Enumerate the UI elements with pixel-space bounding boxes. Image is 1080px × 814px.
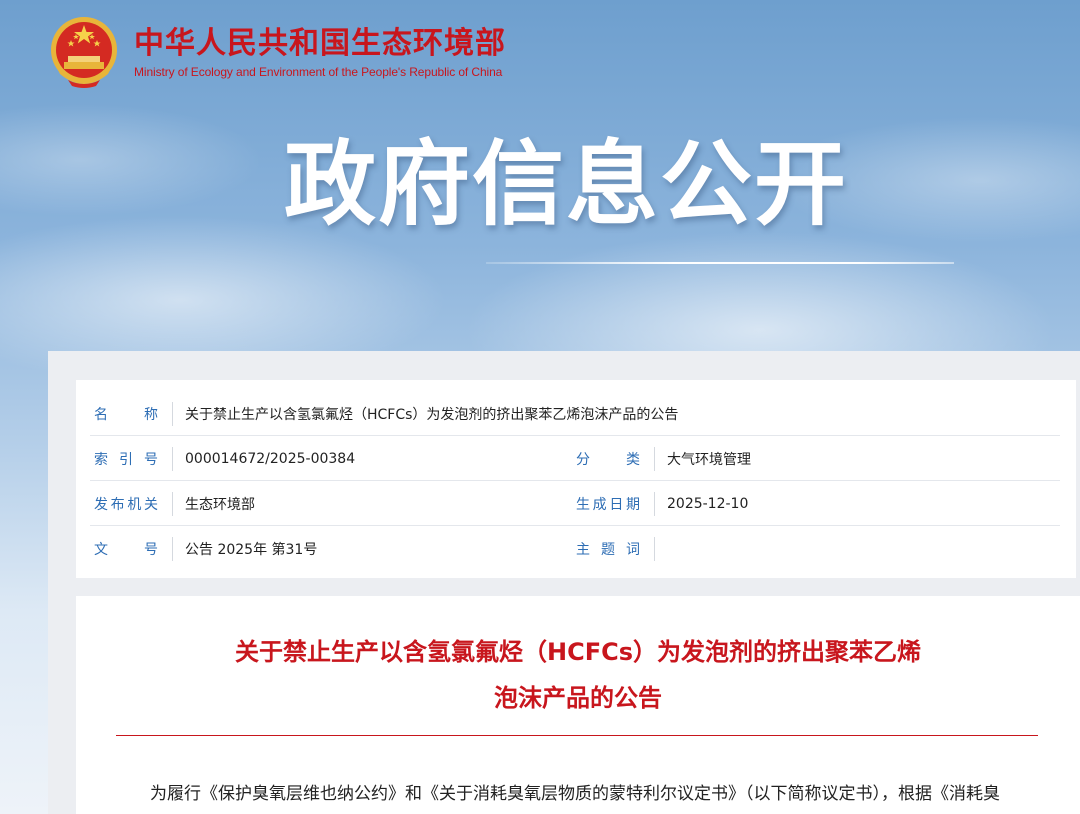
meta-category-value: 大气环境管理 — [667, 452, 751, 468]
meta-divider — [654, 537, 655, 561]
article-body-paragraph: 为履行《保护臭氧层维也纳公约》和《关于消耗臭氧层物质的蒙特利尔议定书》（以下简称… — [150, 784, 1000, 804]
banner-title-underline — [486, 262, 954, 264]
org-name-en[interactable]: Ministry of Ecology and Environment of t… — [134, 65, 506, 79]
org-name-cn[interactable]: 中华人民共和国生态环境部 — [134, 25, 506, 63]
meta-divider — [172, 492, 173, 516]
article-card: 关于禁止生产以含氢氯氟烃（HCFCs）为发泡剂的挤出聚苯乙烯 泡沫产品的公告 为… — [76, 596, 1080, 814]
metadata-card: 名 称 关于禁止生产以含氢氯氟烃（HCFCs）为发泡剂的挤出聚苯乙烯泡沫产品的公… — [76, 380, 1076, 578]
meta-name-value: 关于禁止生产以含氢氯氟烃（HCFCs）为发泡剂的挤出聚苯乙烯泡沫产品的公告 — [185, 407, 679, 423]
article-title-rule — [116, 735, 1038, 736]
meta-index-label: 索 引 号 — [94, 452, 158, 468]
meta-row-index: 索 引 号 000014672/2025-00384 分 类 大气环境管理 — [90, 437, 1060, 481]
meta-divider — [172, 537, 173, 561]
banner-title: 政府信息公开 — [284, 131, 849, 238]
meta-index-value: 000014672/2025-00384 — [185, 451, 356, 467]
meta-category-label: 分 类 — [576, 452, 640, 468]
article-title-line-1: 关于禁止生产以含氢氯氟烃（HCFCs）为发泡剂的挤出聚苯乙烯 — [235, 638, 921, 666]
national-emblem-icon[interactable] — [46, 14, 122, 90]
meta-doc-no-value: 公告 2025年 第31号 — [185, 542, 318, 558]
meta-divider — [654, 492, 655, 516]
meta-divider — [654, 447, 655, 471]
meta-divider — [172, 447, 173, 471]
meta-date-value: 2025-12-10 — [667, 496, 749, 512]
meta-date-label: 生成日期 — [576, 497, 640, 513]
meta-issuer-value: 生态环境部 — [185, 497, 255, 513]
meta-row-name: 名 称 关于禁止生产以含氢氯氟烃（HCFCs）为发泡剂的挤出聚苯乙烯泡沫产品的公… — [90, 392, 1060, 436]
meta-divider — [172, 402, 173, 426]
meta-row-doc-no: 文 号 公告 2025年 第31号 主 题 词 — [90, 527, 1060, 571]
meta-issuer-label: 发布机关 — [94, 497, 158, 513]
meta-doc-no-label: 文 号 — [94, 542, 158, 558]
site-header: 中华人民共和国生态环境部 Ministry of Ecology and Env… — [46, 14, 506, 90]
meta-row-issuer: 发布机关 生态环境部 生成日期 2025-12-10 — [90, 482, 1060, 526]
meta-keywords-label: 主 题 词 — [576, 542, 640, 558]
meta-name-label: 名 称 — [94, 407, 158, 423]
article-title-line-2: 泡沫产品的公告 — [494, 684, 662, 712]
